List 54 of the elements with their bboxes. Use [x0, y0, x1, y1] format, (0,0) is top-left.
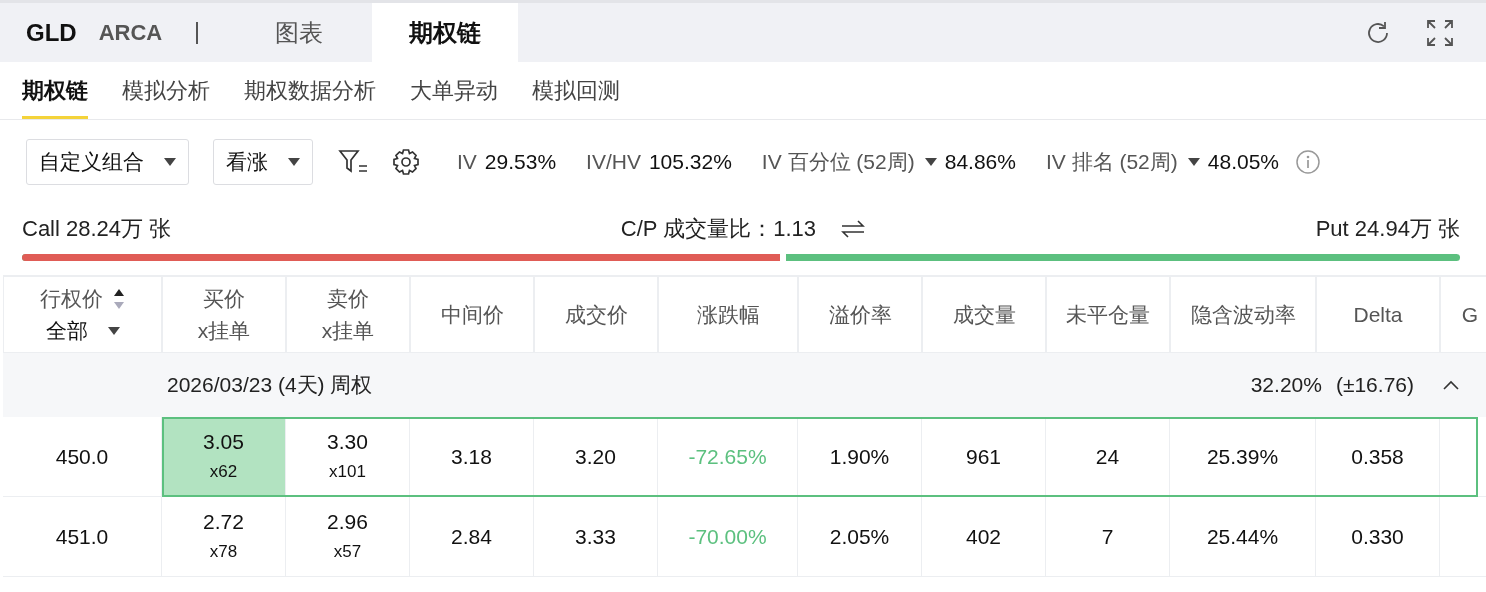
sub-tab[interactable]: 期权链	[22, 62, 88, 119]
caret-icon	[288, 158, 300, 166]
table-cell: 2.84	[410, 497, 534, 577]
option-row[interactable]: 451.0 2.72 x78 2.96 x57 2.84 3.33 -70.00% 2.05% 402 7 25.44% 0.330	[3, 497, 1486, 577]
chevron-icon[interactable]	[1442, 379, 1460, 391]
expected-move: (±16.76)	[1335, 373, 1414, 397]
caret-icon	[164, 158, 176, 166]
sort-icon[interactable]	[113, 287, 125, 310]
expiry-group-row[interactable]: 2026/03/23 (4天) 周权 32.20% (±16.76)	[3, 353, 1486, 417]
expiry-label: 2026/03/23 (4天) 周权	[167, 372, 373, 398]
stat-value: 48.05%	[1207, 150, 1280, 174]
stat-label: IV/HV	[586, 150, 641, 174]
call-volume: Call 28.24万 张	[22, 215, 172, 243]
table-cell: 402	[922, 497, 1046, 577]
bid-cell[interactable]: 3.05 x62	[162, 417, 286, 497]
ratio-value: 1.13	[773, 216, 817, 242]
view-tab[interactable]: 图表	[226, 3, 373, 62]
view-tab[interactable]: 期权链	[372, 3, 519, 62]
info-icon[interactable]	[1295, 149, 1322, 175]
bid-cell[interactable]: 2.72 x78	[162, 497, 286, 577]
table-cell: 25.44%	[1170, 497, 1316, 577]
fullscreen-icon[interactable]	[1426, 18, 1454, 47]
exchange-label: ARCA	[98, 19, 163, 46]
stat-value: 29.53%	[484, 150, 557, 174]
table-cell: 7	[1046, 497, 1170, 577]
stat-label: IV	[457, 150, 477, 174]
strategy-dropdown[interactable]: 自定义组合	[26, 139, 189, 185]
strike-filter[interactable]: 全部	[45, 314, 88, 347]
strike-header: 行权价	[40, 285, 103, 312]
caret-icon	[107, 326, 120, 335]
put-volume: Put 24.94万 张	[1315, 215, 1460, 243]
ticker-symbol: GLD	[26, 18, 77, 47]
stat-value: 84.86%	[944, 150, 1016, 174]
table-cell: 2.05%	[798, 497, 922, 577]
direction-dropdown[interactable]: 看涨	[213, 139, 313, 185]
sub-tab[interactable]: 大单异动	[410, 62, 498, 119]
group-iv: 32.20%	[1250, 373, 1322, 397]
stat-value: 105.32%	[648, 150, 732, 174]
stat-dropdown[interactable]: IV 百分位 (52周)	[761, 148, 937, 176]
table-cell: 3.33	[534, 497, 658, 577]
strike-cell: 451.0	[3, 497, 162, 577]
caret-icon	[1187, 158, 1200, 166]
option-row[interactable]: 450.0 3.05 x62 3.30 x101 3.18 3.20 -72.65% 1.90% 961 24 25.39% 0.358	[3, 417, 1486, 497]
ask-cell[interactable]: 2.96 x57	[286, 497, 410, 577]
stat-dropdown[interactable]: IV 排名 (52周)	[1045, 148, 1200, 176]
sub-tab[interactable]: 模拟分析	[122, 62, 210, 119]
swap-icon[interactable]	[840, 219, 867, 239]
ratio-label: C/P 成交量比：	[620, 215, 774, 243]
sub-tab[interactable]: 模拟回测	[532, 62, 620, 119]
change-cell: -70.00%	[658, 497, 798, 577]
caret-icon	[924, 158, 937, 166]
table-cell: 0.330	[1316, 497, 1440, 577]
settings-icon[interactable]	[391, 147, 421, 177]
sub-tab[interactable]: 期权数据分析	[244, 62, 376, 119]
